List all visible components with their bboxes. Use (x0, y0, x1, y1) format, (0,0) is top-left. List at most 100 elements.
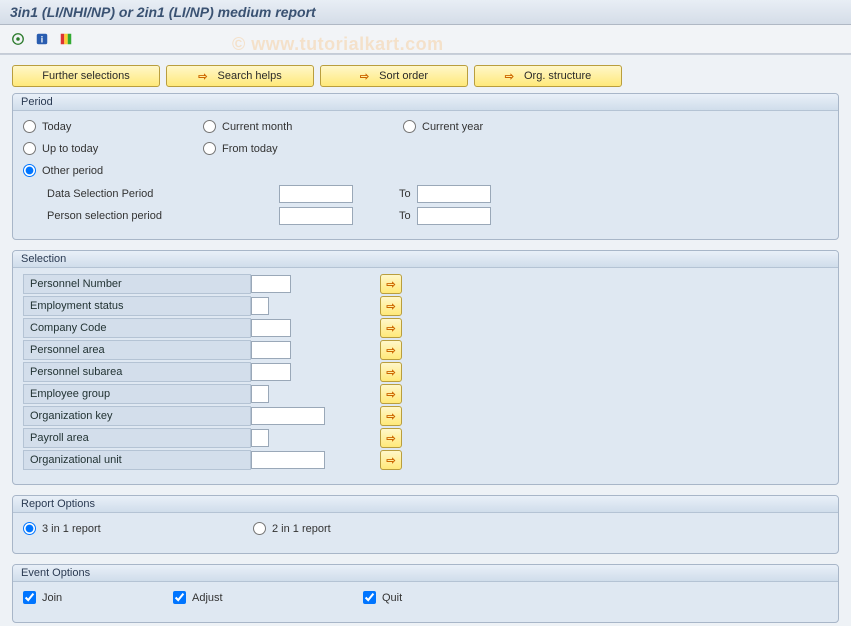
radio-3in1[interactable]: 3 in 1 report (23, 522, 101, 535)
radio-current-year-label: Current year (422, 121, 483, 133)
radio-today-label: Today (42, 121, 71, 133)
sel-row-personnel-number: Personnel Number ⇨ (23, 274, 828, 294)
multi-personnel-area[interactable]: ⇨ (380, 340, 402, 360)
svg-text:i: i (41, 35, 43, 45)
report-options-header: Report Options (13, 496, 838, 513)
sel-row-payroll-area: Payroll area ⇨ (23, 428, 828, 448)
radio-up-to-today-label: Up to today (42, 143, 98, 155)
org-structure-label: Org. structure (524, 70, 591, 82)
sel-row-organization-key: Organization key ⇨ (23, 406, 828, 426)
legend-icon[interactable] (56, 29, 76, 49)
data-selection-label: Data Selection Period (47, 188, 279, 200)
main-toolbar: i (0, 25, 851, 54)
input-personnel-subarea[interactable] (251, 363, 291, 381)
check-join-label: Join (42, 592, 62, 604)
check-quit[interactable]: Quit (363, 591, 402, 604)
check-join[interactable]: Join (23, 591, 62, 604)
arrow-right-icon: ⇨ (386, 344, 395, 357)
check-adjust[interactable]: Adjust (173, 591, 223, 604)
arrow-right-icon: ⇨ (386, 454, 395, 467)
input-organization-key[interactable] (251, 407, 325, 425)
label-personnel-number: Personnel Number (23, 274, 251, 294)
multi-organizational-unit[interactable]: ⇨ (380, 450, 402, 470)
radio-today[interactable]: Today (23, 120, 71, 133)
button-row: Further selections ⇨ Search helps ⇨ Sort… (12, 65, 839, 87)
arrow-right-icon: ⇨ (386, 322, 395, 335)
label-organizational-unit: Organizational unit (23, 450, 251, 470)
radio-from-today[interactable]: From today (203, 142, 278, 155)
check-adjust-label: Adjust (192, 592, 223, 604)
period-group: Period Today Current month Current year … (12, 93, 839, 240)
search-helps-button[interactable]: ⇨ Search helps (166, 65, 314, 87)
input-organizational-unit[interactable] (251, 451, 325, 469)
sel-row-employment-status: Employment status ⇨ (23, 296, 828, 316)
label-organization-key: Organization key (23, 406, 251, 426)
data-selection-to-input[interactable] (417, 185, 491, 203)
label-personnel-subarea: Personnel subarea (23, 362, 251, 382)
selection-header: Selection (13, 251, 838, 268)
sort-order-label: Sort order (379, 70, 428, 82)
selection-group: Selection Personnel Number ⇨ Employment … (12, 250, 839, 485)
content-area: Further selections ⇨ Search helps ⇨ Sort… (0, 54, 851, 626)
input-payroll-area[interactable] (251, 429, 269, 447)
input-personnel-area[interactable] (251, 341, 291, 359)
arrow-right-icon: ⇨ (386, 278, 395, 291)
data-selection-from-input[interactable] (279, 185, 353, 203)
arrow-right-icon: ⇨ (386, 300, 395, 313)
arrow-right-icon: ⇨ (386, 388, 395, 401)
event-options-group: Event Options Join Adjust Quit (12, 564, 839, 623)
input-personnel-number[interactable] (251, 275, 291, 293)
multi-company-code[interactable]: ⇨ (380, 318, 402, 338)
multi-employment-status[interactable]: ⇨ (380, 296, 402, 316)
event-options-header: Event Options (13, 565, 838, 582)
multi-employee-group[interactable]: ⇨ (380, 384, 402, 404)
radio-3in1-label: 3 in 1 report (42, 523, 101, 535)
further-selections-label: Further selections (42, 70, 129, 82)
arrow-right-icon: ⇨ (360, 70, 369, 83)
multi-organization-key[interactable]: ⇨ (380, 406, 402, 426)
sel-row-personnel-subarea: Personnel subarea ⇨ (23, 362, 828, 382)
label-payroll-area: Payroll area (23, 428, 251, 448)
input-employment-status[interactable] (251, 297, 269, 315)
radio-up-to-today[interactable]: Up to today (23, 142, 98, 155)
page-title: 3in1 (LI/NHI/NP) or 2in1 (LI/NP) medium … (0, 0, 851, 25)
to-label-2: To (353, 210, 417, 222)
radio-2in1-label: 2 in 1 report (272, 523, 331, 535)
execute-icon[interactable] (8, 29, 28, 49)
radio-from-today-label: From today (222, 143, 278, 155)
arrow-right-icon: ⇨ (386, 432, 395, 445)
label-employment-status: Employment status (23, 296, 251, 316)
radio-other-period[interactable]: Other period (23, 164, 103, 177)
multi-payroll-area[interactable]: ⇨ (380, 428, 402, 448)
further-selections-button[interactable]: Further selections (12, 65, 160, 87)
person-selection-from-input[interactable] (279, 207, 353, 225)
check-quit-label: Quit (382, 592, 402, 604)
input-company-code[interactable] (251, 319, 291, 337)
to-label-1: To (353, 188, 417, 200)
report-options-group: Report Options 3 in 1 report 2 in 1 repo… (12, 495, 839, 554)
label-personnel-area: Personnel area (23, 340, 251, 360)
arrow-right-icon: ⇨ (505, 70, 514, 83)
label-employee-group: Employee group (23, 384, 251, 404)
sort-order-button[interactable]: ⇨ Sort order (320, 65, 468, 87)
label-company-code: Company Code (23, 318, 251, 338)
radio-2in1[interactable]: 2 in 1 report (253, 522, 331, 535)
org-structure-button[interactable]: ⇨ Org. structure (474, 65, 622, 87)
radio-current-month[interactable]: Current month (203, 120, 292, 133)
multi-personnel-number[interactable]: ⇨ (380, 274, 402, 294)
sel-row-company-code: Company Code ⇨ (23, 318, 828, 338)
arrow-right-icon: ⇨ (198, 70, 207, 83)
input-employee-group[interactable] (251, 385, 269, 403)
info-icon[interactable]: i (32, 29, 52, 49)
radio-other-period-label: Other period (42, 165, 103, 177)
radio-current-month-label: Current month (222, 121, 292, 133)
arrow-right-icon: ⇨ (386, 410, 395, 423)
sel-row-personnel-area: Personnel area ⇨ (23, 340, 828, 360)
radio-current-year[interactable]: Current year (403, 120, 483, 133)
period-header: Period (13, 94, 838, 111)
search-helps-label: Search helps (218, 70, 282, 82)
person-selection-label: Person selection period (47, 210, 279, 222)
multi-personnel-subarea[interactable]: ⇨ (380, 362, 402, 382)
person-selection-to-input[interactable] (417, 207, 491, 225)
sel-row-employee-group: Employee group ⇨ (23, 384, 828, 404)
